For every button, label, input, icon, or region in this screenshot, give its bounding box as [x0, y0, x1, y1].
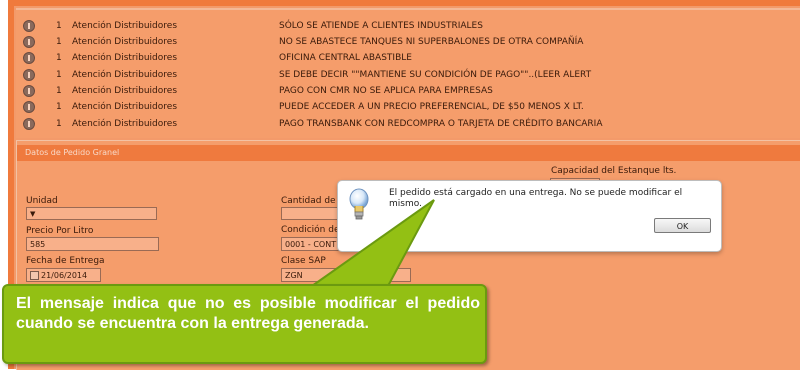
alert-row[interactable]: 1 Atención Distribuidores NO SE ABASTECE… — [16, 34, 800, 50]
callout-text: El mensaje indica que no es posible modi… — [16, 295, 480, 332]
alert-row[interactable]: 1 Atención Distribuidores PAGO TRANSBANK… — [16, 116, 800, 132]
alert-icon — [23, 85, 35, 97]
alert-source: Atención Distribuidores — [72, 102, 178, 112]
clase-value: ZGN — [285, 271, 303, 280]
alert-row[interactable]: 1 Atención Distribuidores OFICINA CENTRA… — [16, 50, 800, 66]
unidad-select[interactable]: ▼ — [26, 207, 157, 220]
alert-message: SE DEBE DECIR ""MANTIENE SU CONDICIÓN DE… — [279, 70, 592, 80]
alert-message: NO SE ABASTECE TANQUES NI SUPERBALONES D… — [279, 37, 584, 47]
alert-row[interactable]: 1 Atención Distribuidores SÓLO SE ATIEND… — [16, 18, 800, 34]
info-dialog: El pedido está cargado en una entrega. N… — [337, 180, 722, 252]
alert-icon — [23, 20, 35, 32]
condicion-label: Condición de — [281, 225, 340, 235]
alert-icon — [23, 36, 35, 48]
alert-icon — [23, 52, 35, 64]
alert-source: Atención Distribuidores — [72, 53, 178, 63]
order-panel-title: Datos de Pedido Granel — [25, 148, 120, 157]
alert-count: 1 — [56, 53, 62, 63]
alert-row[interactable]: 1 Atención Distribuidores PAGO CON CMR N… — [16, 83, 800, 99]
alert-count: 1 — [56, 21, 62, 31]
alert-message: PAGO CON CMR NO SE APLICA PARA EMPRESAS — [279, 86, 493, 96]
fecha-value: 21/06/2014 — [41, 271, 88, 280]
dialog-message: El pedido está cargado en una entrega. N… — [389, 188, 683, 209]
alert-message: SÓLO SE ATIENDE A CLIENTES INDUSTRIALES — [279, 21, 483, 31]
alert-row[interactable]: 1 Atención Distribuidores PUEDE ACCEDER … — [16, 99, 800, 115]
alert-count: 1 — [56, 102, 62, 112]
calendar-icon[interactable] — [30, 271, 39, 280]
alert-message: PUEDE ACCEDER A UN PRECIO PREFERENCIAL, … — [279, 102, 584, 112]
alert-source: Atención Distribuidores — [72, 70, 178, 80]
precio-value: 585 — [30, 240, 46, 249]
frame-top-border — [8, 0, 800, 6]
alert-count: 1 — [56, 119, 62, 129]
alert-icon — [23, 101, 35, 113]
chevron-down-icon: ▼ — [30, 210, 36, 218]
alert-count: 1 — [56, 70, 62, 80]
clase-field[interactable]: ZGN — [281, 268, 411, 282]
alert-source: Atención Distribuidores — [72, 86, 178, 96]
ok-button[interactable]: OK — [654, 218, 711, 233]
fecha-label: Fecha de Entrega — [26, 256, 105, 266]
alerts-panel: 1 Atención Distribuidores SÓLO SE ATIEND… — [16, 8, 800, 138]
clase-label: Clase SAP — [281, 256, 326, 266]
alert-count: 1 — [56, 86, 62, 96]
alert-message: OFICINA CENTRAL ABASTIBLE — [279, 53, 412, 63]
alert-icon — [23, 69, 35, 81]
cantidad-label: Cantidad de L — [281, 196, 344, 206]
fecha-field[interactable]: 21/06/2014 — [26, 268, 101, 282]
precio-label: Precio Por Litro — [26, 226, 94, 236]
alert-source: Atención Distribuidores — [72, 119, 178, 129]
condicion-select[interactable]: 0001 - CONT — [281, 237, 341, 251]
alert-icon — [23, 118, 35, 130]
capacidad-label: Capacidad del Estanque lts. — [551, 166, 677, 176]
precio-field[interactable]: 585 — [26, 237, 159, 251]
annotation-callout: El mensaje indica que no es posible modi… — [2, 284, 487, 364]
alert-row[interactable]: 1 Atención Distribuidores SE DEBE DECIR … — [16, 67, 800, 83]
cantidad-field[interactable] — [281, 207, 341, 220]
unidad-label: Unidad — [26, 196, 58, 206]
lightbulb-icon — [349, 188, 369, 220]
order-panel-header: Datos de Pedido Granel — [17, 145, 800, 161]
alert-source: Atención Distribuidores — [72, 21, 178, 31]
alert-source: Atención Distribuidores — [72, 37, 178, 47]
condicion-value: 0001 - CONT — [285, 240, 337, 249]
alert-count: 1 — [56, 37, 62, 47]
alert-message: PAGO TRANSBANK CON REDCOMPRA O TARJETA D… — [279, 119, 603, 129]
